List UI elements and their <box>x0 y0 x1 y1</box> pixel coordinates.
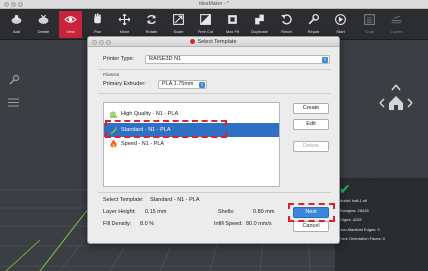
divider <box>98 69 331 70</box>
nav-left-icon <box>379 98 385 108</box>
info-row: Edges: 4228 <box>339 217 362 222</box>
eye-icon <box>64 16 77 23</box>
template-list[interactable]: High Quality - N1 - PLA Standard - N1 - … <box>103 102 280 187</box>
tool-view-button[interactable]: View <box>59 11 82 38</box>
tool-scale-button[interactable]: Scale <box>167 11 190 38</box>
tool-max-fit-button[interactable]: Max Fit <box>221 11 244 38</box>
wrench-icon[interactable] <box>8 74 20 88</box>
printer-type-label: Printer Type: <box>103 56 135 62</box>
highlight-box <box>105 120 227 138</box>
duplicate-icon <box>255 14 264 25</box>
highlight-box <box>288 203 335 222</box>
tool-duplicate-button[interactable]: Duplicate <box>248 11 271 38</box>
divider <box>98 93 331 94</box>
hand-icon <box>94 13 101 24</box>
info-row: Error Orientation Faces: 0 <box>339 236 386 241</box>
view-navigation-control[interactable] <box>374 83 418 123</box>
move-icon <box>118 13 131 26</box>
filament-label: Filament <box>103 72 120 77</box>
layer-height-label: Layer Height: <box>103 209 136 215</box>
dropdown-arrow-icon: ⇕ <box>199 81 205 88</box>
selected-template-value: Standard - N1 - PLA <box>150 197 200 203</box>
tool-layers-button[interactable]: Layers <box>385 11 408 38</box>
start-icon <box>335 14 346 25</box>
primary-extruder-label: Primary Extruder: <box>103 81 146 87</box>
tool-repair-button[interactable]: Repair <box>302 11 325 38</box>
scale-icon <box>173 14 184 25</box>
edit-button[interactable]: Edit <box>293 119 329 130</box>
list-item-speed[interactable]: Speed - N1 - PLA <box>104 137 279 151</box>
list-item-high-quality[interactable]: High Quality - N1 - PLA <box>104 107 279 121</box>
nav-right-icon <box>407 98 413 108</box>
info-row: Model: ball-1.stl <box>339 198 368 203</box>
dialog-minimize-button[interactable] <box>99 39 104 45</box>
max-fit-icon <box>228 15 237 24</box>
dialog-title: Select Template <box>197 39 237 45</box>
selected-template-label: Select Template: <box>103 197 144 203</box>
primary-extruder-select[interactable]: PLA 1.75mm ⇕ <box>158 80 207 89</box>
shells-value: 0.80 mm <box>253 209 275 215</box>
create-button[interactable]: Create <box>293 103 329 114</box>
tool-pan-button[interactable]: Pan <box>86 11 109 38</box>
rotate-icon <box>147 14 156 25</box>
delete-button[interactable]: Delete <box>293 141 329 152</box>
tool-delete-button[interactable]: Delete <box>32 11 55 38</box>
printer-type-select[interactable]: RAISE3D N1 ⇕ <box>145 55 330 64</box>
select-template-dialog: Select Template Printer Type: RAISE3D N1… <box>87 36 340 244</box>
fill-density-value: 8.0 % <box>140 221 155 227</box>
reset-icon <box>281 14 292 25</box>
tool-move-button[interactable]: Move <box>113 11 136 38</box>
shells-label: Shells: <box>218 209 235 215</box>
check-icon: ✔ <box>339 182 351 198</box>
app-title: ideaMaker - * <box>199 1 229 7</box>
tool-start-button[interactable]: Start <box>329 11 352 38</box>
nav-up-icon <box>391 84 401 91</box>
tool-rotate-button[interactable]: Rotate <box>140 11 163 38</box>
fill-density-label: Fill Density: <box>103 221 132 227</box>
dialog-close-button[interactable] <box>92 39 97 45</box>
dialog-titlebar: Select Template <box>88 37 339 47</box>
model-info-panel: ✔ Model: ball-1.stl Triangles: 28426 Edg… <box>335 178 428 271</box>
delete-icon <box>38 14 49 24</box>
layer-height-value: 0.15 mm <box>145 209 167 215</box>
tool-add-button[interactable]: Add <box>5 11 28 38</box>
cut-icon <box>200 14 211 25</box>
tool-free-cut-button[interactable]: Free Cut <box>194 11 217 38</box>
layers-icon <box>391 15 402 24</box>
dropdown-arrow-icon: ⇕ <box>322 56 328 63</box>
add-icon <box>11 15 22 24</box>
window-titlebar: ideaMaker - * <box>0 0 428 9</box>
app-logo-icon <box>190 38 196 44</box>
snail-icon <box>110 111 118 117</box>
info-row: Triangles: 28426 <box>339 207 369 213</box>
cancel-button[interactable]: Cancel <box>293 221 329 232</box>
flame-icon <box>110 139 117 148</box>
infill-speed-label: Infill Speed: <box>214 221 243 227</box>
info-row: Non-Manifold Edges: 0 <box>339 226 380 232</box>
tool-reset-button[interactable]: Reset <box>275 11 298 38</box>
snap-icon <box>364 14 375 25</box>
list-icon[interactable] <box>8 98 19 109</box>
repair-icon <box>308 13 320 25</box>
infill-speed-value: 80.0 mm/s <box>246 221 272 227</box>
tool-snap-button[interactable]: Snap <box>358 11 381 38</box>
dialog-zoom-button[interactable] <box>106 39 111 45</box>
divider <box>98 192 331 193</box>
